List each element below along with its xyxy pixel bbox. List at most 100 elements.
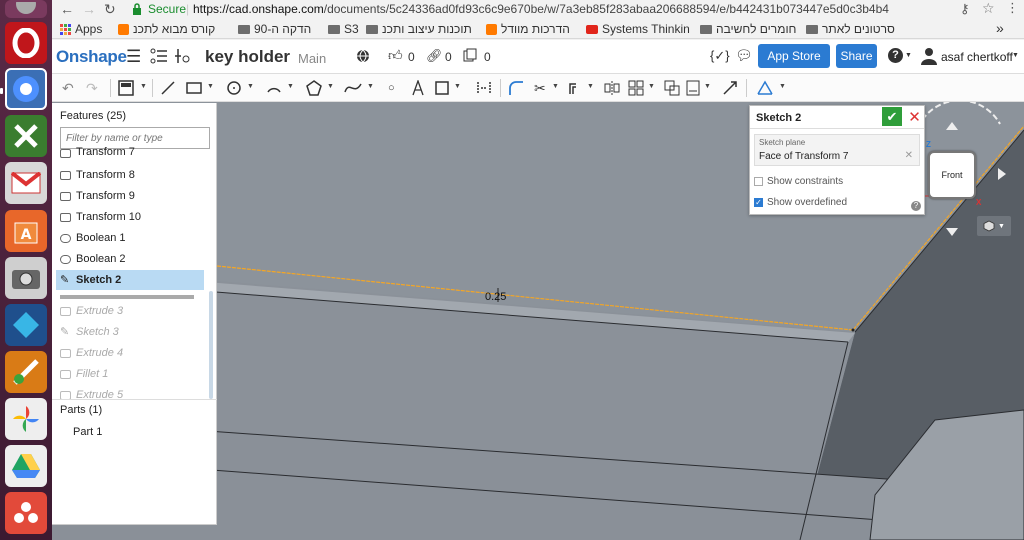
view-cube-face-label[interactable]: Front: [941, 170, 962, 180]
transform-tool-icon[interactable]: [664, 80, 680, 99]
show-constraints-checkbox[interactable]: Show constraints: [754, 176, 843, 187]
feature-item[interactable]: Transform 10: [56, 207, 204, 227]
bookmark-item[interactable]: סרטונים לאתר: [806, 22, 895, 36]
part-item[interactable]: Part 1: [73, 426, 102, 438]
feature-list-scrollbar[interactable]: [209, 291, 213, 399]
chevron-down-icon[interactable]: ▼: [704, 83, 711, 90]
chevron-down-icon[interactable]: ▼: [287, 83, 294, 90]
rollback-bar[interactable]: [60, 295, 194, 299]
paint-icon[interactable]: [5, 351, 47, 393]
chevron-down-icon[interactable]: ▼: [327, 83, 334, 90]
mirror-tool-icon[interactable]: [604, 80, 620, 99]
bookmark-item[interactable]: הדקה ה-90: [238, 22, 311, 36]
chevron-down-icon[interactable]: ▼: [587, 83, 594, 90]
bookmark-star-icon[interactable]: ☆: [982, 0, 995, 17]
help-icon[interactable]: ?: [888, 48, 903, 63]
checkbox-checked-icon[interactable]: ✓: [754, 198, 763, 207]
versions-icon[interactable]: [463, 48, 477, 65]
sketch-dimension[interactable]: 0.25: [485, 291, 506, 303]
more-bookmarks-button[interactable]: »: [996, 20, 1004, 36]
confirm-check-icon[interactable]: ✔: [882, 107, 902, 126]
chevron-down-icon[interactable]: ▼: [247, 83, 254, 90]
comments-icon[interactable]: 💬︎: [735, 47, 753, 64]
reload-icon[interactable]: ↻: [104, 1, 116, 18]
chevron-down-icon[interactable]: ▼: [779, 83, 786, 90]
bookmark-item[interactable]: חומרים לחשיבה: [700, 22, 796, 36]
chevron-down-icon[interactable]: ▼: [367, 83, 374, 90]
feature-item[interactable]: Transform 8: [56, 165, 204, 185]
launcher-top-icon[interactable]: [5, 0, 47, 18]
menu-icon[interactable]: ⋮: [1006, 0, 1019, 16]
document-title[interactable]: key holder: [205, 47, 290, 67]
view-options-button[interactable]: ▼: [977, 216, 1011, 236]
sketch-tool-icon[interactable]: [118, 80, 134, 99]
circle-tool-icon[interactable]: [226, 80, 242, 99]
xmind-icon[interactable]: [5, 115, 47, 157]
chevron-down-icon[interactable]: ▼: [1012, 52, 1019, 59]
bookmark-apps[interactable]: Apps: [60, 22, 102, 36]
polygon-tool-icon[interactable]: [306, 80, 322, 99]
variables-icon[interactable]: [174, 48, 192, 67]
chevron-down-icon[interactable]: ▼: [552, 83, 559, 90]
dxf-import-icon[interactable]: [686, 80, 700, 99]
trim-tool-icon[interactable]: ✂: [534, 80, 546, 96]
bookmark-item[interactable]: קורס מבוא לתכנ: [118, 22, 215, 36]
custom-features-icon[interactable]: {✓}: [710, 48, 730, 64]
chevron-down-icon[interactable]: ▼: [140, 83, 147, 90]
like-icon[interactable]: 👍︎: [388, 47, 403, 64]
kodi-icon[interactable]: [5, 304, 47, 346]
globe-icon[interactable]: [356, 49, 370, 66]
feature-item[interactable]: Extrude 4: [56, 343, 204, 363]
view-cube[interactable]: Front: [928, 151, 976, 199]
feature-item[interactable]: Extrude 3: [56, 301, 204, 321]
fillet-tool-icon[interactable]: [508, 80, 524, 99]
feature-item[interactable]: ✎ Sketch 3: [56, 322, 204, 342]
text-tool-icon[interactable]: [410, 79, 426, 99]
feature-item[interactable]: Extrude 5: [56, 385, 204, 405]
chromium-icon[interactable]: [5, 68, 47, 110]
line-tool-icon[interactable]: [160, 80, 176, 99]
gmail-icon[interactable]: [5, 162, 47, 204]
bookmark-item[interactable]: S3: [328, 22, 359, 36]
undo-icon[interactable]: ↶: [62, 80, 74, 96]
chevron-down-icon[interactable]: ▼: [207, 83, 214, 90]
show-overdefined-checkbox[interactable]: ✓ Show overdefined: [754, 197, 847, 208]
point-tool-icon[interactable]: ○: [388, 80, 395, 96]
bookmark-item[interactable]: Systems Thinkin: [586, 22, 690, 36]
offset-tool-icon[interactable]: [568, 80, 584, 99]
feature-item[interactable]: Fillet 1: [56, 364, 204, 384]
camera-icon[interactable]: [5, 257, 47, 299]
key-icon[interactable]: ⚷: [960, 1, 970, 17]
construction-tool-icon[interactable]: [434, 80, 450, 99]
hamburger-menu-icon[interactable]: ☰: [126, 47, 141, 67]
use-tool-icon[interactable]: [722, 80, 738, 99]
cancel-close-icon[interactable]: ✕: [905, 107, 924, 126]
checkbox-unchecked-icon[interactable]: [754, 177, 763, 186]
feature-list-icon[interactable]: [150, 48, 168, 67]
feature-item[interactable]: Transform 7: [56, 146, 204, 158]
link-icon[interactable]: 🔗︎: [426, 48, 443, 64]
help-icon[interactable]: ?: [911, 201, 921, 211]
dimension-tool-icon[interactable]: [476, 80, 492, 99]
feature-item[interactable]: Transform 9: [56, 186, 204, 206]
google-photos-icon[interactable]: [5, 398, 47, 440]
redo-icon[interactable]: ↷: [86, 80, 98, 96]
chevron-down-icon[interactable]: ▼: [905, 52, 912, 59]
onshape-logo[interactable]: Onshape: [56, 47, 127, 67]
chevron-down-icon[interactable]: ▼: [454, 83, 461, 90]
share-button[interactable]: Share: [836, 44, 877, 68]
sketch-constraint-icon[interactable]: [756, 80, 774, 99]
workspace-name[interactable]: Main: [298, 51, 326, 66]
pattern-tool-icon[interactable]: [628, 80, 644, 99]
back-icon[interactable]: ←: [60, 1, 74, 17]
forward-icon[interactable]: →: [82, 1, 96, 17]
bookmark-item[interactable]: תוכנות עיצוב ותכנ: [366, 22, 472, 36]
sketch-plane-field[interactable]: Sketch plane Face of Transform 7 ✕: [754, 134, 920, 166]
feature-item[interactable]: Boolean 2: [56, 249, 204, 269]
app-store-button[interactable]: App Store: [758, 44, 830, 68]
arc-tool-icon[interactable]: [266, 80, 282, 99]
opera-icon[interactable]: [5, 22, 47, 64]
bookmark-item[interactable]: הדרכות מוודל: [486, 22, 570, 36]
feature-item[interactable]: ✎ Sketch 2: [56, 270, 204, 290]
asana-icon[interactable]: [5, 492, 47, 534]
